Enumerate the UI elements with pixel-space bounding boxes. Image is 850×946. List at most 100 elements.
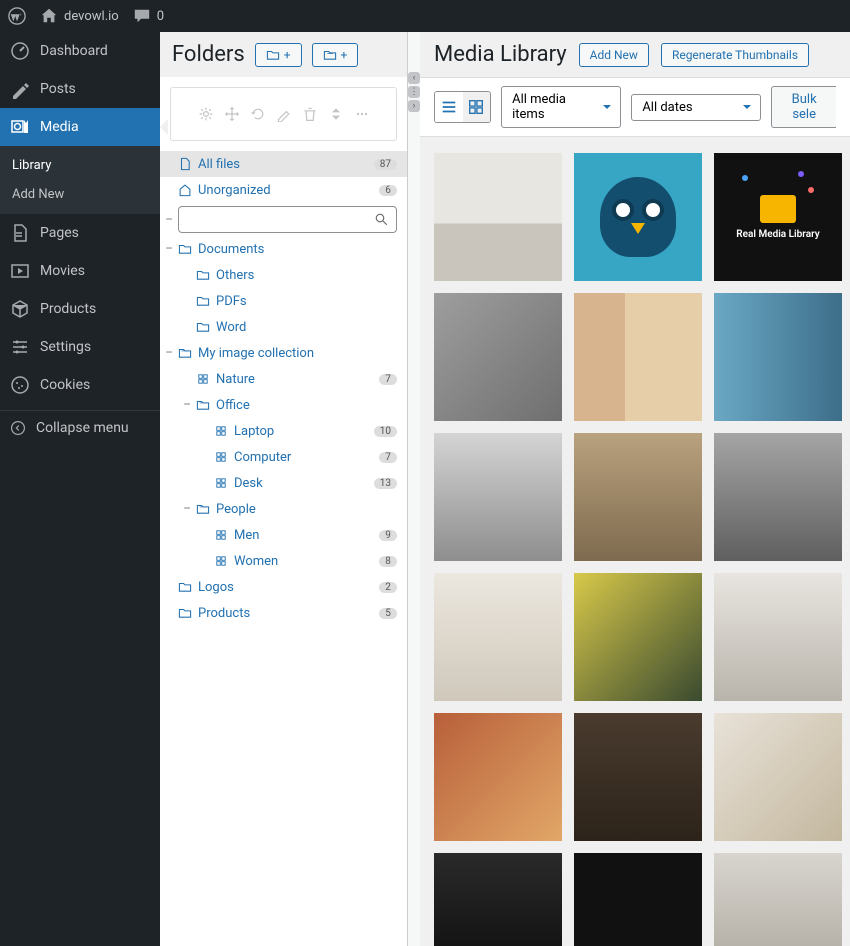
nav-posts[interactable]: Posts — [0, 70, 160, 108]
folder-item[interactable]: Logos2 — [160, 574, 407, 600]
collapse-toggle-icon[interactable]: − — [165, 345, 173, 361]
new-gallery-button[interactable]: + — [312, 43, 359, 67]
media-thumbnail[interactable] — [574, 573, 702, 701]
filter-bar: All media items All dates Bulk sele — [420, 77, 850, 137]
media-thumbnail[interactable] — [434, 853, 562, 946]
delete-icon[interactable] — [302, 106, 318, 122]
collapse-toggle-icon[interactable]: − — [183, 397, 191, 413]
folder-item[interactable]: Word — [160, 314, 407, 340]
move-icon[interactable] — [224, 106, 240, 122]
folder-icon — [196, 294, 210, 308]
media-thumbnail[interactable] — [574, 853, 702, 946]
count-badge: 5 — [379, 608, 397, 619]
panel-resizer[interactable]: ‹⋮› — [408, 32, 420, 946]
sort-icon[interactable] — [328, 106, 344, 122]
media-thumbnail[interactable] — [714, 433, 842, 561]
folder-icon — [196, 268, 210, 282]
new-folder-button[interactable]: + — [255, 43, 302, 67]
home-icon — [178, 183, 192, 197]
folder-item[interactable]: −People — [160, 496, 407, 522]
media-thumbnail[interactable]: Real Media Library — [714, 153, 842, 281]
grid-view-button[interactable] — [463, 92, 491, 122]
folder-item[interactable]: −Documents — [160, 236, 407, 262]
site-home-link[interactable]: devowl.io — [40, 7, 119, 25]
folder-item[interactable]: −Office — [160, 392, 407, 418]
folder-item[interactable]: Desk13 — [160, 470, 407, 496]
view-toggle — [434, 91, 491, 123]
media-thumbnail[interactable] — [434, 293, 562, 421]
folder-item[interactable]: Women8 — [160, 548, 407, 574]
media-thumbnail[interactable] — [574, 433, 702, 561]
folder-item[interactable]: Nature7 — [160, 366, 407, 392]
grid-icon — [214, 528, 228, 542]
nav-products[interactable]: Products — [0, 290, 160, 328]
comments-link[interactable]: 0 — [133, 7, 164, 25]
rename-icon[interactable] — [276, 106, 292, 122]
gear-icon[interactable] — [198, 106, 214, 122]
search-icon[interactable] — [374, 212, 389, 227]
media-thumbnail[interactable] — [574, 713, 702, 841]
refresh-icon[interactable] — [250, 106, 266, 122]
media-main: Media Library Add New Regenerate Thumbna… — [420, 32, 850, 946]
nav-settings[interactable]: Settings — [0, 328, 160, 366]
folder-item[interactable]: Computer7 — [160, 444, 407, 470]
folder-search-input[interactable] — [178, 206, 397, 233]
folder-search-row: − — [160, 203, 407, 236]
collapse-toggle-icon[interactable]: − — [165, 241, 173, 257]
folders-title: Folders — [172, 42, 245, 67]
admin-bar: devowl.io 0 — [0, 0, 850, 32]
media-grid: Real Media Library — [420, 137, 850, 946]
nav-pages[interactable]: Pages — [0, 214, 160, 252]
count-badge: 10 — [374, 426, 397, 437]
date-filter[interactable]: All dates — [631, 94, 761, 121]
grid-icon — [214, 424, 228, 438]
nav-media-library[interactable]: Library — [0, 146, 160, 180]
wordpress-logo-icon[interactable] — [8, 7, 26, 25]
nav-media[interactable]: Media — [0, 108, 160, 146]
folder-item[interactable]: Products5 — [160, 600, 407, 626]
count-badge: 7 — [379, 452, 397, 463]
media-thumbnail[interactable] — [434, 713, 562, 841]
media-type-filter[interactable]: All media items — [501, 86, 621, 128]
folder-unorganized[interactable]: Unorganized 6 — [160, 177, 407, 203]
folder-all-files[interactable]: All files 87 — [160, 151, 407, 177]
media-thumbnail[interactable] — [574, 293, 702, 421]
add-new-button[interactable]: Add New — [579, 43, 649, 67]
folder-icon — [178, 606, 192, 620]
grid-icon — [196, 372, 210, 386]
folder-item[interactable]: Laptop10 — [160, 418, 407, 444]
count-badge: 9 — [379, 530, 397, 541]
file-icon — [178, 157, 192, 171]
nav-movies[interactable]: Movies — [0, 252, 160, 290]
collapse-toggle-icon[interactable]: − — [165, 212, 173, 228]
media-thumbnail[interactable] — [434, 153, 562, 281]
folders-panel: Folders + + All files 87 — [160, 32, 408, 946]
nav-dashboard[interactable]: Dashboard — [0, 32, 160, 70]
regenerate-thumbnails-button[interactable]: Regenerate Thumbnails — [661, 43, 809, 67]
folder-tree: All files 87 Unorganized 6 − −DocumentsO… — [160, 151, 407, 946]
page-title: Media Library — [434, 42, 567, 67]
folder-item[interactable]: Men9 — [160, 522, 407, 548]
folder-icon — [178, 242, 192, 256]
media-thumbnail[interactable] — [714, 713, 842, 841]
folders-toolbar — [170, 87, 397, 141]
media-thumbnail[interactable] — [714, 573, 842, 701]
collapse-toggle-icon[interactable]: − — [183, 501, 191, 517]
media-thumbnail[interactable] — [714, 293, 842, 421]
count-badge: 2 — [379, 582, 397, 593]
media-thumbnail[interactable] — [574, 153, 702, 281]
list-view-button[interactable] — [435, 92, 463, 122]
nav-cookies[interactable]: Cookies — [0, 366, 160, 404]
media-thumbnail[interactable] — [434, 433, 562, 561]
grid-icon — [214, 476, 228, 490]
folder-item[interactable]: PDFs — [160, 288, 407, 314]
bulk-select-button[interactable]: Bulk sele — [771, 86, 836, 128]
count-badge: 13 — [374, 478, 397, 489]
media-thumbnail[interactable] — [434, 573, 562, 701]
collapse-menu[interactable]: Collapse menu — [0, 410, 160, 445]
folder-item[interactable]: −My image collection — [160, 340, 407, 366]
nav-media-addnew[interactable]: Add New — [0, 180, 160, 214]
media-thumbnail[interactable] — [714, 853, 842, 946]
more-icon[interactable] — [354, 106, 370, 122]
folder-item[interactable]: Others — [160, 262, 407, 288]
